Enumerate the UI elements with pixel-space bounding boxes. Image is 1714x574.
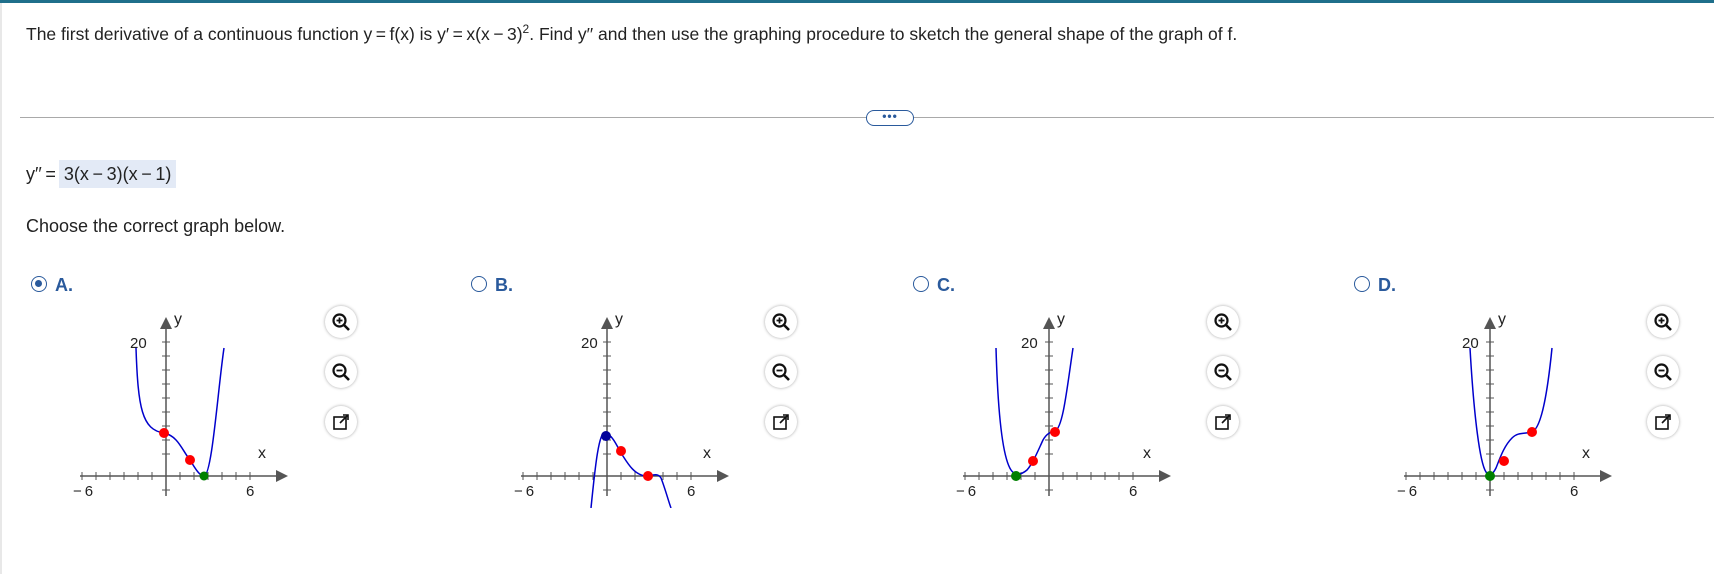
question-part1: The first derivative of a continuous fun… — [26, 23, 523, 44]
question-text: The first derivative of a continuous fun… — [26, 22, 1237, 45]
zoom-out-button[interactable] — [765, 356, 797, 388]
curve — [590, 432, 672, 508]
y-tick-label: 20 — [130, 335, 147, 352]
popout-button[interactable] — [1647, 406, 1679, 438]
zoom-in-button[interactable] — [325, 306, 357, 338]
zoom-out-icon — [1214, 363, 1232, 381]
zoom-out-button[interactable] — [1647, 356, 1679, 388]
graph-option-b: 20 − 6 6 y x — [514, 311, 729, 508]
y-axis-label: y — [1498, 311, 1506, 328]
inflection-point — [1050, 427, 1060, 437]
curve — [1469, 347, 1553, 476]
popout-icon — [773, 414, 789, 430]
x-max-label: 6 — [687, 483, 695, 500]
x-axis-label: x — [1143, 445, 1151, 462]
graph-option-c: 20 − 6 6 y x — [956, 311, 1171, 500]
answer-label: y′′ = — [26, 164, 56, 184]
x-min-label: − 6 — [956, 483, 976, 500]
popout-button[interactable] — [325, 406, 357, 438]
x-max-label: 6 — [1129, 483, 1137, 500]
zoom-in-icon — [332, 313, 350, 331]
minimum-point — [199, 471, 209, 481]
option-b-radio[interactable] — [471, 276, 487, 292]
popout-icon — [1655, 414, 1671, 430]
maximum-point — [601, 431, 611, 441]
zoom-in-icon — [772, 313, 790, 331]
x-min-label: − 6 — [514, 483, 534, 500]
inflection-point — [159, 428, 169, 438]
left-border — [0, 3, 2, 574]
y-axis-label: y — [174, 311, 182, 328]
zoom-out-icon — [772, 363, 790, 381]
graph-option-a: 20 − 6 6 y x — [73, 311, 288, 500]
inflection-point — [1499, 456, 1509, 466]
zoom-in-icon — [1214, 313, 1232, 331]
y-axis-label: y — [615, 311, 623, 328]
x-min-label: − 6 — [1397, 483, 1417, 500]
x-max-label: 6 — [1570, 483, 1578, 500]
graph-option-d: 20 − 6 6 y x — [1397, 311, 1612, 500]
zoom-in-icon — [1654, 313, 1672, 331]
option-c-radio[interactable] — [913, 276, 929, 292]
y-tick-label: 20 — [1021, 335, 1038, 352]
option-c-label: C. — [937, 275, 955, 295]
option-d-label: D. — [1378, 275, 1396, 295]
inflection-point — [1028, 456, 1038, 466]
instruction-text: Choose the correct graph below. — [26, 216, 286, 236]
show-more-button[interactable]: ••• — [866, 110, 914, 126]
y-axis-label: y — [1057, 311, 1065, 328]
minimum-point — [1485, 471, 1495, 481]
zoom-in-button[interactable] — [1647, 306, 1679, 338]
inflection-point — [616, 446, 626, 456]
zoom-in-button[interactable] — [1207, 306, 1239, 338]
top-accent-bar — [0, 0, 1714, 3]
x-min-label: − 6 — [73, 483, 93, 500]
option-d-radio[interactable] — [1354, 276, 1370, 292]
popout-icon — [333, 414, 349, 430]
option-a-radio[interactable] — [31, 276, 47, 292]
inflection-point — [1527, 427, 1537, 437]
popout-icon — [1215, 414, 1231, 430]
question-part2: . Find y′′ and then use the graphing pro… — [529, 23, 1238, 44]
x-axis-label: x — [703, 445, 711, 462]
minimum-point — [1011, 471, 1021, 481]
popout-button[interactable] — [1207, 406, 1239, 438]
answer-value[interactable]: 3(x − 3)(x − 1) — [58, 160, 177, 188]
zoom-out-button[interactable] — [325, 356, 357, 388]
y-tick-label: 20 — [581, 335, 598, 352]
answer-line: y′′ = 3(x − 3)(x − 1) — [26, 160, 177, 188]
x-axis-label: x — [258, 445, 266, 462]
x-axis-label: x — [1582, 445, 1590, 462]
inflection-point — [185, 455, 195, 465]
zoom-in-button[interactable] — [765, 306, 797, 338]
curve — [995, 347, 1074, 475]
option-a-label: A. — [55, 275, 73, 295]
zoom-out-icon — [332, 363, 350, 381]
option-b-label: B. — [495, 275, 513, 295]
popout-button[interactable] — [765, 406, 797, 438]
curve — [135, 347, 225, 477]
zoom-out-button[interactable] — [1207, 356, 1239, 388]
inflection-point — [643, 471, 653, 481]
zoom-out-icon — [1654, 363, 1672, 381]
x-max-label: 6 — [246, 483, 254, 500]
